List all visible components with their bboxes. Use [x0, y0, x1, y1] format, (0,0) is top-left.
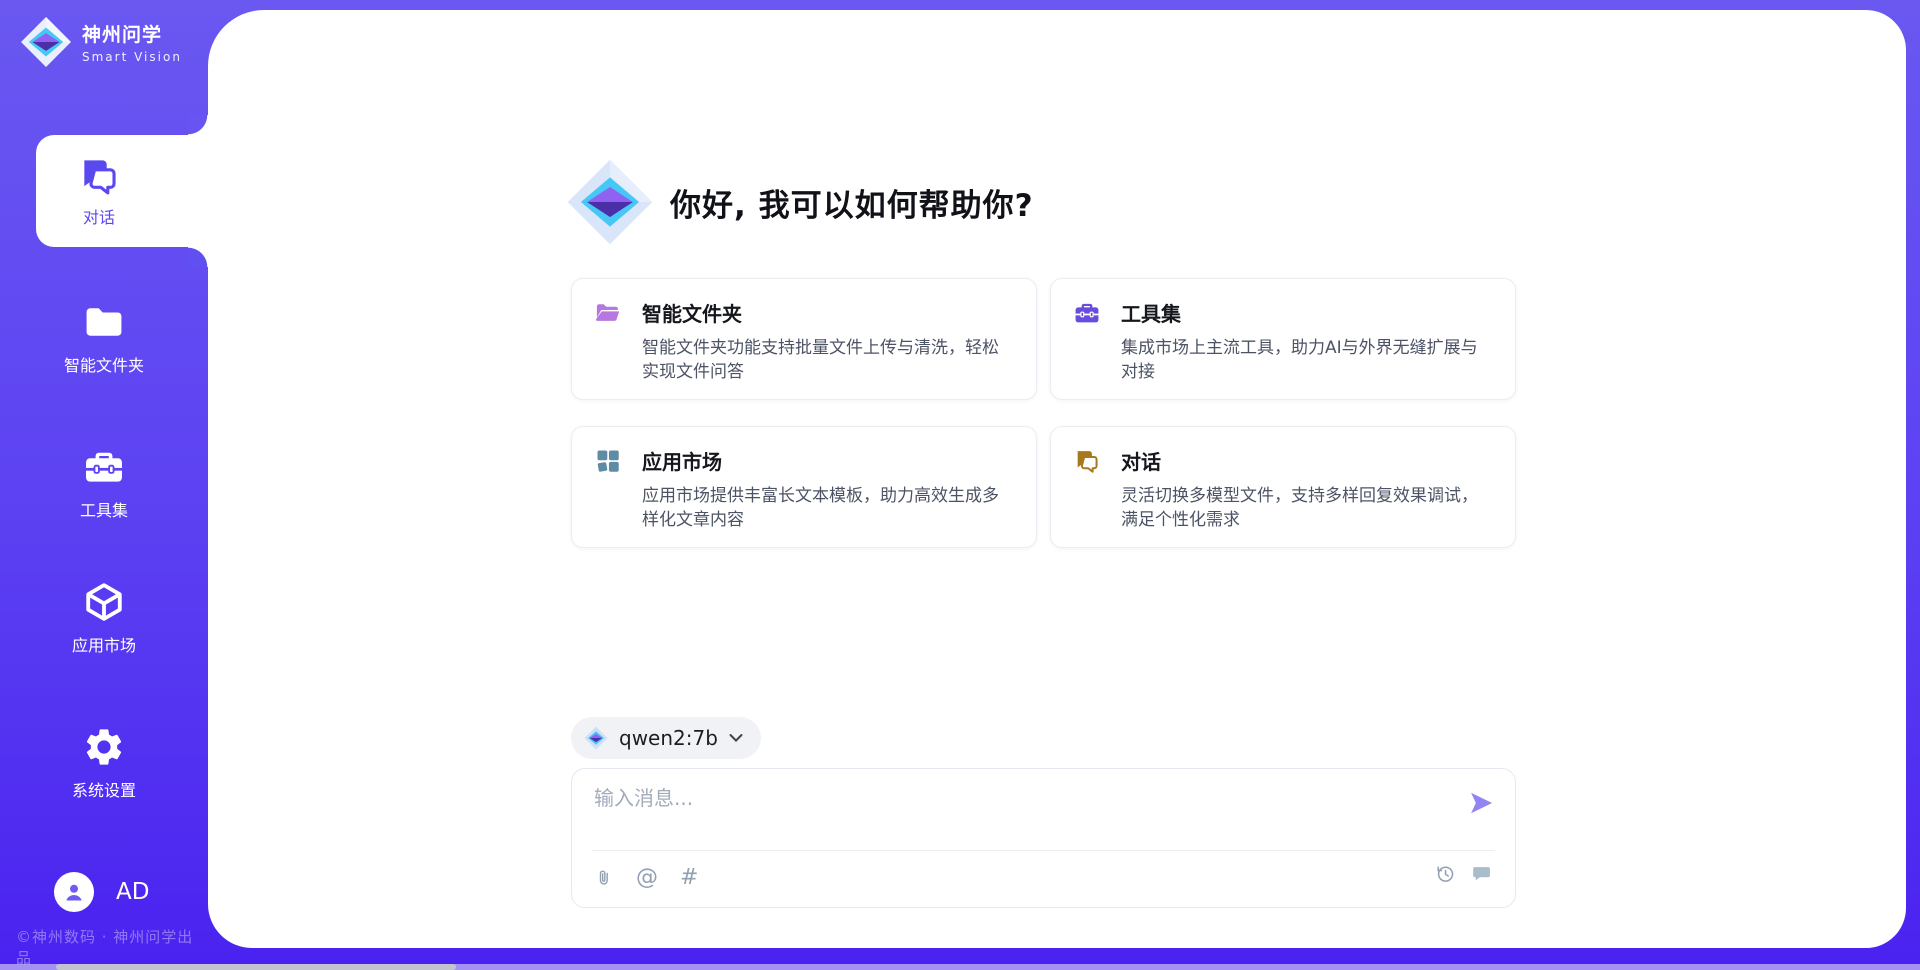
model-selector[interactable]: qwen2:7b	[571, 717, 761, 759]
folder-open-icon	[594, 299, 622, 327]
greeting-row: 你好, 我可以如何帮助你?	[566, 158, 1034, 246]
gear-icon	[82, 725, 126, 769]
diamond-logo-icon	[584, 726, 608, 750]
card-title: 智能文件夹	[642, 298, 1012, 327]
card-toolset[interactable]: 工具集 集成市场上主流工具，助力AI与外界无缝扩展与对接	[1050, 278, 1516, 400]
feature-cards: 智能文件夹 智能文件夹功能支持批量文件上传与清洗，轻松实现文件问答 工具集 集成…	[571, 278, 1516, 548]
sidebar-item-label: 工具集	[80, 497, 128, 521]
card-title: 对话	[1121, 446, 1491, 475]
send-icon	[1467, 789, 1495, 817]
card-smart-folder[interactable]: 智能文件夹 智能文件夹功能支持批量文件上传与清洗，轻松实现文件问答	[571, 278, 1037, 400]
brand-subtitle: Smart Vision	[82, 50, 182, 64]
chat-icon	[77, 154, 121, 198]
composer-tools: @ #	[594, 860, 698, 896]
greeting-title: 你好, 我可以如何帮助你?	[670, 180, 1034, 225]
sidebar-item-settings[interactable]: 系统设置	[0, 725, 208, 801]
sidebar-item-chat[interactable]: 对话	[36, 135, 208, 247]
paperclip-icon	[594, 866, 614, 890]
copyright-text: ©神州数码 · 神州问学出品	[16, 926, 208, 968]
scrollbar-thumb[interactable]	[56, 964, 456, 970]
card-description: 智能文件夹功能支持批量文件上传与清洗，轻松实现文件问答	[642, 336, 1012, 384]
card-chat[interactable]: 对话 灵活切换多模型文件，支持多样回复效果调试，满足个性化需求	[1050, 426, 1516, 548]
sidebar-item-app-market[interactable]: 应用市场	[0, 580, 208, 656]
folder-icon	[82, 300, 126, 344]
chat-icon	[1073, 447, 1101, 475]
briefcase-icon	[1073, 299, 1101, 327]
main-panel: 你好, 我可以如何帮助你? 智能文件夹 智能文件夹功能支持批量文件上传与清洗，轻…	[208, 10, 1906, 948]
send-button[interactable]	[1467, 789, 1495, 817]
card-description: 灵活切换多模型文件，支持多样回复效果调试，满足个性化需求	[1121, 484, 1491, 532]
brand-name: 神州问学	[82, 20, 182, 47]
cube-icon	[82, 580, 126, 624]
sidebar: 神州问学 Smart Vision 对话 智能文件夹 工具集	[0, 0, 208, 970]
card-description: 集成市场上主流工具，助力AI与外界无缝扩展与对接	[1121, 336, 1491, 384]
diamond-logo-icon	[566, 158, 654, 246]
composer-divider	[592, 850, 1495, 851]
tab-corner-fillet-top	[188, 115, 208, 135]
card-title: 工具集	[1121, 298, 1491, 327]
model-name: qwen2:7b	[619, 726, 718, 750]
attachment-button[interactable]	[594, 866, 614, 890]
brand-diamond-logo-icon	[20, 16, 72, 68]
sidebar-item-smart-folder[interactable]: 智能文件夹	[0, 300, 208, 376]
avatar	[54, 872, 94, 912]
chevron-down-icon	[729, 733, 743, 743]
user-name: AD	[116, 879, 149, 905]
horizontal-scrollbar[interactable]	[0, 964, 1920, 970]
feedback-button[interactable]	[1471, 863, 1493, 885]
sidebar-item-label: 智能文件夹	[64, 352, 144, 376]
grid-icon	[594, 447, 622, 475]
briefcase-icon	[82, 445, 126, 489]
hashtag-icon[interactable]: #	[680, 867, 698, 889]
message-composer: @ #	[571, 768, 1516, 908]
mention-icon[interactable]: @	[636, 867, 658, 889]
tab-corner-fillet-bottom	[188, 247, 208, 267]
sidebar-item-toolset[interactable]: 工具集	[0, 445, 208, 521]
history-button[interactable]	[1434, 863, 1456, 885]
brand: 神州问学 Smart Vision	[20, 16, 182, 68]
card-app-market[interactable]: 应用市场 应用市场提供丰富长文本模板，助力高效生成多样化文章内容	[571, 426, 1037, 548]
message-input[interactable]	[594, 782, 1444, 840]
composer-actions	[1434, 863, 1493, 885]
card-description: 应用市场提供丰富长文本模板，助力高效生成多样化文章内容	[642, 484, 1012, 532]
card-title: 应用市场	[642, 446, 1012, 475]
chat-bubble-icon	[1471, 863, 1493, 885]
person-icon	[61, 879, 87, 905]
sidebar-item-label: 系统设置	[72, 777, 136, 801]
sidebar-item-label: 对话	[83, 204, 115, 228]
sidebar-item-label: 应用市场	[72, 632, 136, 656]
history-icon	[1434, 863, 1456, 885]
user-profile[interactable]: AD	[54, 872, 149, 912]
